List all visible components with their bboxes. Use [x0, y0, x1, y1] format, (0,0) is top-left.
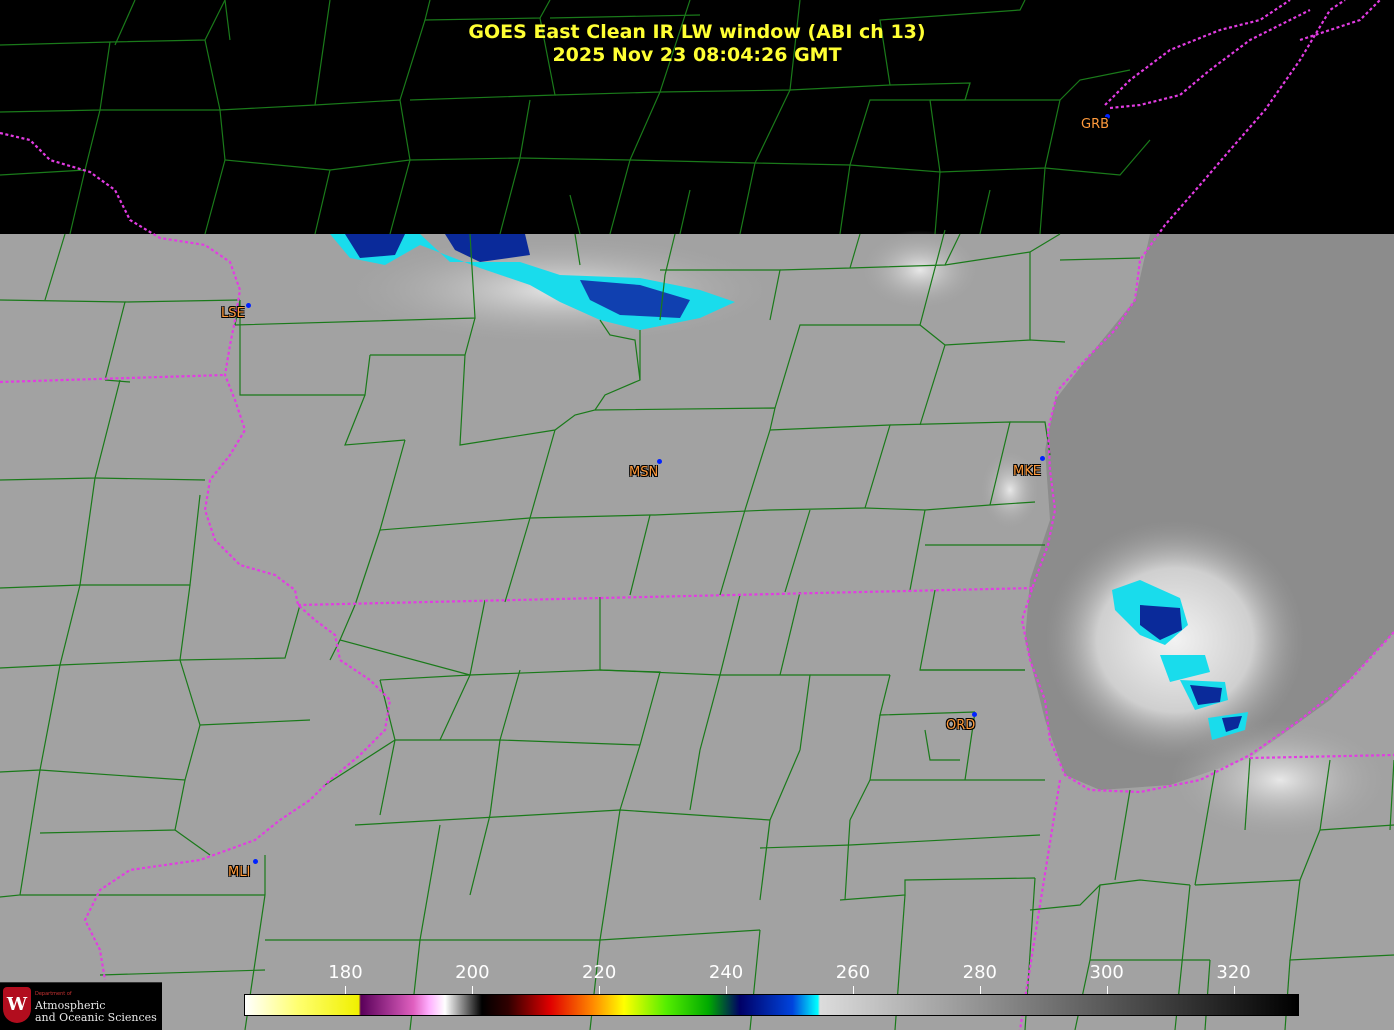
station-label-ord: ORD	[946, 718, 976, 733]
aos-logo: W Department of Atmospheric and Oceanic …	[0, 982, 162, 1030]
satellite-image-viewer: GOES East Clean IR LW window (ABI ch 13)…	[0, 0, 1394, 1030]
temperature-colorbar	[244, 994, 1299, 1016]
colorbar-tick-label: 280	[962, 962, 997, 983]
colorbar-tick-mark	[599, 986, 601, 994]
logo-name-text: Atmospheric and Oceanic Sciences	[35, 1000, 157, 1024]
station-label-lse: LSE	[221, 306, 245, 321]
colorbar-tick-label: 260	[835, 962, 871, 983]
colorbar-tick-label: 320	[1216, 962, 1251, 983]
station-label-mli: MLI	[228, 865, 251, 880]
station-label-msn: MSN	[629, 465, 659, 480]
image-timestamp: 2025 Nov 23 08:04:26 GMT	[552, 44, 842, 66]
logo-name-line2: and Oceanic Sciences	[35, 1011, 157, 1024]
colorbar-tick-mark	[1233, 986, 1235, 994]
satellite-map	[0, 0, 1394, 1030]
station-dot-lse	[246, 303, 251, 308]
uw-seal-icon: W	[3, 987, 31, 1023]
station-dot-ord	[972, 712, 977, 717]
image-title: GOES East Clean IR LW window (ABI ch 13)	[468, 21, 926, 43]
cloud-mke	[980, 450, 1040, 530]
station-dot-mli	[253, 859, 258, 864]
station-dot-msn	[657, 459, 662, 464]
colorbar-tick-mark	[726, 986, 728, 994]
logo-dept-text: Department of	[35, 991, 72, 997]
colorbar-tick-label: 200	[455, 962, 490, 983]
colorbar-tick-label: 180	[328, 962, 363, 983]
cloud-north-east	[860, 230, 980, 310]
colorbar-tick-mark	[472, 986, 474, 994]
colorbar-tick-mark	[1106, 986, 1108, 994]
colorbar-tick-label: 300	[1089, 962, 1124, 983]
colorbar-tick-mark	[979, 986, 981, 994]
station-dot-mke	[1040, 456, 1045, 461]
station-label-mke: MKE	[1013, 464, 1041, 479]
colorbar-tick-mark	[345, 986, 347, 994]
station-label-grb: GRB	[1081, 117, 1110, 132]
colorbar-tick-mark	[852, 986, 854, 994]
cloud-southeast	[1170, 720, 1390, 840]
colorbar-tick-label: 240	[708, 962, 744, 983]
colorbar-tick-label: 220	[582, 962, 617, 983]
